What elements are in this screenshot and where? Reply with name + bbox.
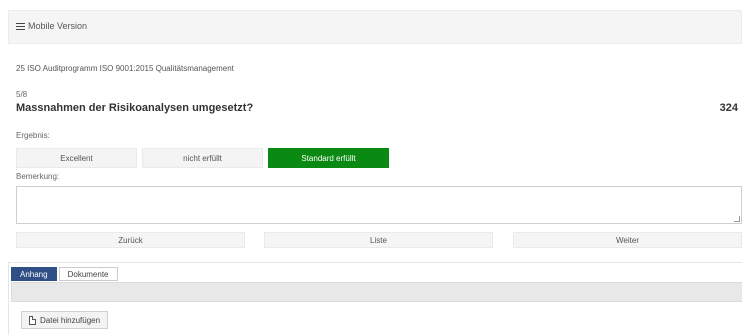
list-icon <box>16 22 25 30</box>
result-label: Ergebnis: <box>16 131 50 140</box>
question-text: Massnahmen der Risikoanalysen umgesetzt? <box>16 102 254 114</box>
option-standard-fulfilled-button[interactable]: Standard erfüllt <box>268 148 389 168</box>
next-button[interactable]: Weiter <box>513 232 742 248</box>
tab-list: Anhang Dokumente <box>11 267 118 281</box>
mobile-version-label: Mobile Version <box>28 21 88 31</box>
question-counter: 5/8 <box>16 90 28 99</box>
back-button[interactable]: Zurück <box>16 232 245 248</box>
tab-anhang[interactable]: Anhang <box>11 267 57 281</box>
option-excellent-button[interactable]: Excellent <box>16 148 137 168</box>
add-file-label: Datei hinzufügen <box>40 315 101 325</box>
option-not-fulfilled-button[interactable]: nicht erfüllt <box>142 148 263 168</box>
add-file-button[interactable]: Datei hinzufügen <box>21 311 109 329</box>
remark-textarea[interactable] <box>16 186 742 224</box>
remark-label: Bemerkung: <box>16 172 60 181</box>
mobile-version-button[interactable]: Mobile Version <box>16 21 87 31</box>
resize-grip-icon[interactable] <box>734 216 740 222</box>
question-points: 324 <box>719 102 738 114</box>
tab-toolbar <box>11 282 742 302</box>
top-bar: Mobile Version <box>8 10 742 44</box>
list-button[interactable]: Liste <box>264 232 493 248</box>
file-icon <box>29 315 36 325</box>
tab-dokumente[interactable]: Dokumente <box>58 267 118 281</box>
attachments-panel: Anhang Dokumente Datei hinzufügen <box>8 262 742 335</box>
program-title: 25 ISO Auditprogramm ISO 9001:2015 Quali… <box>16 64 234 73</box>
